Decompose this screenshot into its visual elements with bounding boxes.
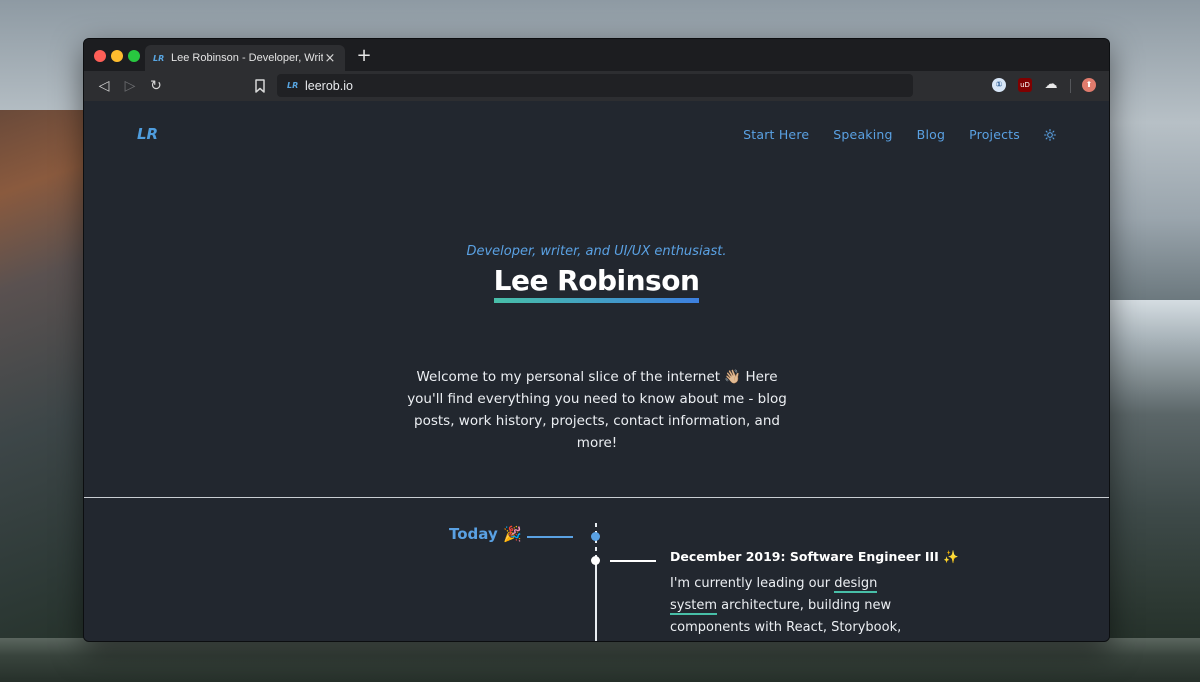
bookmark-icon[interactable]	[250, 76, 270, 96]
address-bar[interactable]: LR leerob.io	[277, 74, 913, 97]
site-logo[interactable]: LR	[137, 125, 158, 143]
timeline-entry-dot	[591, 556, 600, 565]
web-page: LR Start Here Speaking Blog Projects Dev…	[84, 101, 1109, 641]
sun-icon[interactable]	[1044, 128, 1056, 141]
close-tab-icon[interactable]: ×	[323, 51, 337, 66]
timeline-today-connector	[527, 536, 573, 538]
tab-favicon-icon: LR	[153, 53, 165, 63]
section-divider	[84, 497, 1109, 498]
minimize-window-button[interactable]	[111, 50, 123, 62]
forward-icon[interactable]: ▷	[120, 76, 140, 96]
nav-projects[interactable]: Projects	[969, 127, 1020, 142]
tab-bar: LR Lee Robinson - Developer, Writer × +	[84, 39, 1109, 71]
cloud-extension-icon[interactable]: ☁	[1044, 78, 1058, 92]
hero-subtitle: Developer, writer, and UI/UX enthusiast.	[466, 244, 727, 259]
timeline-entry-connector	[610, 560, 656, 562]
maximize-window-button[interactable]	[128, 50, 140, 62]
desktop-background-bottom	[0, 638, 1200, 682]
url-text[interactable]: leerob.io	[305, 79, 353, 93]
browser-tab[interactable]: LR Lee Robinson - Developer, Writer ×	[145, 45, 345, 71]
desktop-background-left	[0, 110, 84, 682]
new-tab-button[interactable]: +	[354, 46, 374, 66]
profile-avatar-icon[interactable]: ⬆	[1082, 78, 1096, 92]
timeline-axis	[595, 563, 597, 641]
reload-icon[interactable]: ↻	[146, 76, 166, 96]
close-window-button[interactable]	[94, 50, 106, 62]
hero-title: Lee Robinson	[493, 264, 700, 303]
hero-title-wrap: Lee Robinson	[84, 264, 1109, 303]
tab-title: Lee Robinson - Developer, Writer	[171, 52, 323, 64]
browser-toolbar: ◁ ▷ ↻ LR leerob.io ① uD ☁ ⬆	[84, 71, 1109, 101]
timeline-entry-title: December 2019: Software Engineer III ✨	[670, 549, 959, 564]
timeline-entry-body-start: I'm currently leading our	[670, 576, 835, 591]
desktop-background-right	[1106, 300, 1200, 682]
toolbar-separator	[1070, 79, 1071, 93]
browser-window: LR Lee Robinson - Developer, Writer × + …	[83, 38, 1110, 642]
ublock-extension-icon[interactable]: uD	[1018, 78, 1032, 92]
nav-start-here[interactable]: Start Here	[743, 127, 809, 142]
site-nav: Start Here Speaking Blog Projects	[719, 127, 1056, 142]
timeline-entry-body: I'm currently leading our design system …	[670, 573, 920, 641]
back-icon[interactable]: ◁	[94, 76, 114, 96]
intro-paragraph: Welcome to my personal slice of the inte…	[407, 369, 787, 451]
site-favicon-icon: LR	[287, 81, 299, 90]
nav-speaking[interactable]: Speaking	[833, 127, 892, 142]
nav-blog[interactable]: Blog	[917, 127, 945, 142]
timeline-today-label: Today 🎉	[449, 525, 522, 543]
timeline-today-dot	[591, 532, 600, 541]
password-manager-extension-icon[interactable]: ①	[992, 78, 1006, 92]
